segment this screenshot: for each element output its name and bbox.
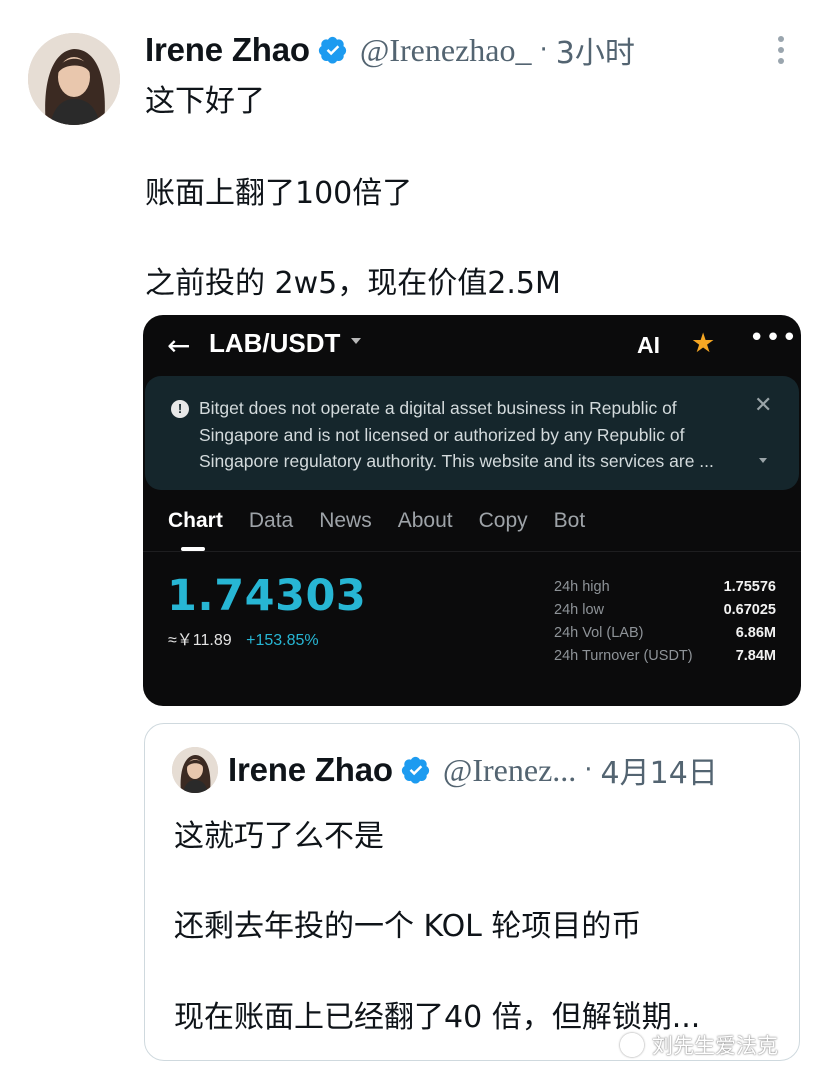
author-handle[interactable]: @Irenezhao_	[360, 32, 532, 69]
tab-copy: Copy	[478, 509, 528, 532]
price-change: +153.85%	[246, 632, 319, 649]
tweet-time[interactable]: 3小时	[556, 28, 635, 72]
tab-news: News	[319, 509, 372, 532]
stat-row: 24h Turnover (USDT) 7.84M	[554, 648, 776, 671]
stat-value: 0.67025	[723, 602, 776, 618]
last-price: 1.74303	[167, 571, 367, 621]
more-options-icon[interactable]	[778, 36, 786, 66]
author-avatar[interactable]	[28, 33, 120, 125]
expand-caret-icon	[759, 458, 767, 463]
quoted-header: Irene Zhao @Irenez... · 4月14日	[228, 750, 718, 791]
author-name[interactable]: Irene Zhao	[145, 31, 310, 69]
stat-row: 24h Vol (LAB) 6.86M	[554, 625, 776, 648]
stat-row: 24h high 1.75576	[554, 579, 776, 602]
stat-value: 7.84M	[735, 648, 776, 664]
star-icon: ★	[691, 328, 716, 359]
watermark-text: 刘先生爱法克	[652, 1034, 778, 1058]
app-top-bar: ← LAB/USDT AI ★ •••	[143, 315, 801, 373]
ellipsis-icon: •••	[749, 323, 799, 353]
verified-badge-icon	[401, 756, 429, 784]
stats-panel: 24h high 1.75576 24h low 0.67025 24h Vol (…	[554, 579, 776, 671]
price-cny: ≈￥11.89	[168, 632, 232, 649]
watermark: 刘先生爱法克	[620, 1030, 778, 1060]
tab-bot: Bot	[553, 509, 586, 532]
tab-data: Data	[248, 509, 294, 532]
trading-pair: LAB/USDT	[209, 328, 341, 358]
tab-chart: Chart	[168, 509, 223, 532]
separator-dot: ·	[584, 755, 593, 785]
tweet-text-line-3: 之前投的 2w5，现在价值2.5M	[145, 266, 561, 301]
stat-label: 24h high	[554, 579, 610, 595]
tab-divider	[143, 551, 801, 552]
separator-dot: ·	[539, 35, 548, 65]
tweet-text-line-2: 账面上翻了100倍了	[145, 176, 413, 211]
close-icon: ✕	[754, 393, 773, 418]
tweet-header: Irene Zhao @Irenezhao_ · 3小时	[145, 28, 768, 72]
dropdown-caret-icon	[351, 338, 361, 344]
stat-label: 24h low	[554, 602, 604, 618]
watermark-logo-icon	[620, 1033, 644, 1057]
quoted-tweet[interactable]: Irene Zhao @Irenez... · 4月14日 这就巧了么不是 还剩…	[144, 723, 800, 1061]
quoted-text-line-2: 还剩去年投的一个 KOL 轮项目的币	[174, 909, 642, 944]
regulatory-notice: ! Bitget does not operate a digital asse…	[145, 376, 799, 490]
ai-icon: AI	[637, 332, 660, 358]
avatar-image	[172, 747, 218, 793]
quoted-author-avatar	[172, 747, 218, 793]
warning-icon: !	[171, 400, 189, 418]
stat-value: 6.86M	[735, 625, 776, 641]
quoted-author-handle: @Irenez...	[442, 751, 577, 788]
verified-badge-icon	[318, 36, 346, 64]
app-tabs: Chart Data News About Copy Bot	[168, 509, 611, 549]
stat-label: 24h Turnover (USDT)	[554, 648, 693, 664]
back-arrow-icon: ←	[167, 329, 191, 362]
attached-image[interactable]: ← LAB/USDT AI ★ ••• ! Bitget does not op…	[143, 315, 801, 706]
stat-value: 1.75576	[723, 579, 776, 595]
stat-row: 24h low 0.67025	[554, 602, 776, 625]
stat-label: 24h Vol (LAB)	[554, 625, 644, 641]
tab-about: About	[397, 509, 453, 532]
quoted-time: 4月14日	[600, 756, 718, 791]
avatar-image	[28, 33, 120, 125]
price-subline: ≈￥11.89 +153.85%	[168, 626, 319, 650]
quoted-text-line-1: 这就巧了么不是	[174, 819, 384, 854]
quoted-author-name: Irene Zhao	[228, 751, 393, 788]
notice-text: Bitget does not operate a digital asset …	[199, 398, 714, 471]
tweet-text-line-1: 这下好了	[145, 84, 265, 119]
